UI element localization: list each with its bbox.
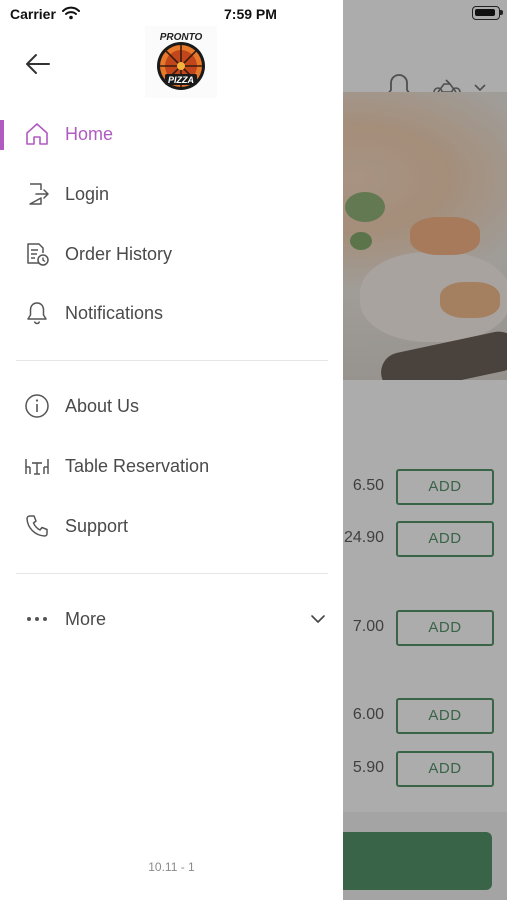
- menu-item-support[interactable]: Support: [0, 499, 343, 555]
- menu-item-label: Table Reservation: [65, 456, 210, 476]
- back-arrow-icon[interactable]: [24, 50, 52, 78]
- menu-item-label: More: [65, 609, 107, 629]
- order-history-icon: [27, 243, 49, 266]
- divider: [16, 360, 328, 361]
- chevron-down-icon: [311, 615, 325, 623]
- app-version: 10.11 - 1: [148, 860, 195, 874]
- menu-item-label: Home: [65, 124, 114, 144]
- menu-item-login[interactable]: Login: [0, 167, 343, 223]
- navigation-drawer: PRONTO PIZZA Home Login Order History No…: [0, 0, 343, 900]
- login-icon: [29, 183, 49, 205]
- svg-text:PIZZA: PIZZA: [168, 75, 194, 85]
- phone-icon: [26, 515, 48, 537]
- menu-item-notifications[interactable]: Notifications: [0, 286, 343, 342]
- pronto-pizza-logo: PRONTO PIZZA: [145, 26, 217, 98]
- more-dots-icon: [27, 617, 47, 621]
- menu-item-label: Support: [65, 516, 129, 536]
- wifi-icon: [62, 6, 80, 20]
- menu-item-more[interactable]: More: [0, 592, 343, 648]
- table-icon: [25, 459, 49, 475]
- home-icon: [26, 123, 48, 145]
- carrier-label: Carrier: [10, 6, 56, 22]
- bell-icon: [27, 302, 47, 325]
- battery-icon: [472, 6, 503, 20]
- menu-item-home[interactable]: Home: [0, 107, 343, 163]
- menu-item-label: Order History: [65, 244, 173, 264]
- menu-item-order-history[interactable]: Order History: [0, 227, 343, 283]
- menu-item-label: Notifications: [65, 303, 164, 323]
- menu-item-label: About Us: [65, 396, 140, 416]
- info-icon: [25, 394, 49, 418]
- menu-item-table-reservation[interactable]: Table Reservation: [0, 439, 343, 495]
- menu-item-label: Login: [65, 184, 110, 204]
- divider: [16, 573, 328, 574]
- active-indicator: [0, 120, 4, 150]
- status-bar: Carrier 7:59 PM: [0, 0, 507, 28]
- menu-item-about-us[interactable]: About Us: [0, 379, 343, 435]
- clock: 7:59 PM: [224, 6, 277, 22]
- svg-text:PRONTO: PRONTO: [160, 32, 203, 43]
